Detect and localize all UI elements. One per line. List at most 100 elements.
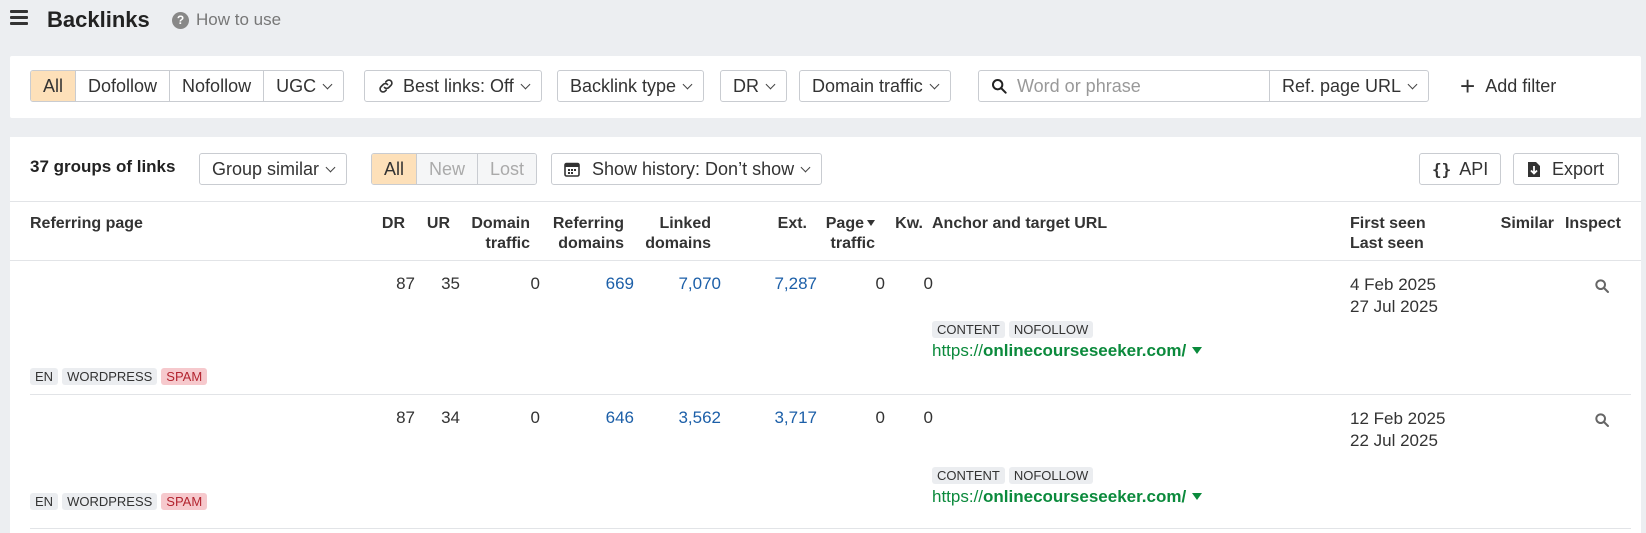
chevron-down-icon <box>682 79 693 89</box>
link-type-all[interactable]: All <box>31 71 77 101</box>
url-domain: onlinecourseseeker.com/ <box>983 341 1187 360</box>
link-type-nofollow[interactable]: Nofollow <box>170 71 265 101</box>
col-anchor[interactable]: Anchor and target URL <box>932 214 1107 234</box>
col-linked-domains-line2: domains <box>645 235 711 252</box>
first-seen-date: 12 Feb 2025 <box>1350 409 1446 428</box>
filter-bar: All Dofollow Nofollow UGC Best links: Of… <box>10 56 1641 118</box>
how-to-use-link[interactable]: ? How to use <box>172 10 281 30</box>
cell-referring-domains[interactable]: 646 <box>606 408 634 428</box>
cell-linked-domains[interactable]: 3,562 <box>678 408 721 428</box>
braces-icon: {} <box>1432 159 1452 179</box>
col-seen[interactable]: First seen Last seen <box>1350 214 1426 254</box>
chevron-down-icon <box>322 79 333 89</box>
tag-language: EN <box>30 368 59 385</box>
cell-linked-domains[interactable]: 7,070 <box>678 274 721 294</box>
export-button[interactable]: Export <box>1513 153 1620 185</box>
col-referring-domains-line1: Referring <box>552 215 624 232</box>
cell-referring-domains[interactable]: 669 <box>606 274 634 294</box>
menu-icon[interactable] <box>10 10 28 26</box>
group-similar-label: Group similar <box>212 158 320 179</box>
chevron-down-icon <box>800 162 811 172</box>
col-domain-traffic[interactable]: Domain traffic <box>471 214 530 254</box>
tag-spam: SPAM <box>161 368 208 385</box>
last-seen-date: 27 Jul 2025 <box>1350 297 1438 316</box>
col-kw[interactable]: Kw. <box>895 214 923 234</box>
how-to-use-label: How to use <box>196 10 282 29</box>
cell-kw: 0 <box>923 274 933 293</box>
domain-traffic-button[interactable]: Domain traffic <box>799 70 951 102</box>
groups-count: 37 groups of links <box>30 157 176 176</box>
status-tab-all[interactable]: All <box>372 154 418 184</box>
cell-page-traffic: 0 <box>875 274 885 293</box>
cell-ext[interactable]: 7,287 <box>774 274 817 294</box>
caret-down-icon[interactable] <box>1192 493 1203 500</box>
col-referring-domains[interactable]: Referring domains <box>553 214 624 254</box>
cell-ur: 34 <box>441 408 460 427</box>
link-icon <box>379 79 393 93</box>
tag-nofollow: NOFOLLOW <box>1008 321 1094 338</box>
ref-page-url-label: Ref. page URL <box>1282 75 1402 96</box>
cell-dr: 87 <box>396 408 415 427</box>
col-last-seen: Last seen <box>1350 235 1424 252</box>
help-icon: ? <box>172 11 189 29</box>
ref-page-url-button[interactable]: Ref. page URL <box>1269 70 1430 102</box>
backlink-type-button[interactable]: Backlink type <box>557 70 705 102</box>
export-label: Export <box>1552 158 1605 179</box>
group-similar-button[interactable]: Group similar <box>199 153 348 185</box>
inspect-search-icon[interactable] <box>1594 278 1610 294</box>
search-box <box>978 70 1280 102</box>
sort-desc-icon <box>867 220 875 226</box>
col-linked-domains[interactable]: Linked domains <box>645 214 711 254</box>
tag-platform: WORDPRESS <box>62 493 158 510</box>
cell-ext[interactable]: 3,717 <box>774 408 817 428</box>
tag-spam: SPAM <box>161 493 208 510</box>
status-tab-lost[interactable]: Lost <box>478 154 537 184</box>
link-type-filter: All Dofollow Nofollow UGC <box>30 70 345 102</box>
col-page-traffic-line2: traffic <box>830 235 875 252</box>
cell-domain-traffic: 0 <box>530 274 540 293</box>
target-url-link[interactable]: https://onlinecourseseeker.com/ <box>932 341 1203 361</box>
dr-filter-button[interactable]: DR <box>720 70 787 102</box>
tag-nofollow: NOFOLLOW <box>1008 467 1094 484</box>
show-history-button[interactable]: Show history: Don’t show <box>551 153 823 185</box>
link-type-ugc[interactable]: UGC <box>264 71 343 101</box>
caret-down-icon[interactable] <box>1192 347 1203 354</box>
tag-language: EN <box>30 493 59 510</box>
api-label: API <box>1459 158 1489 179</box>
show-history-label: Show history: Don’t show <box>592 158 795 179</box>
col-domain-traffic-line2: traffic <box>485 235 530 252</box>
col-inspect: Inspect <box>1564 215 1621 232</box>
col-ext[interactable]: Ext. <box>778 214 807 234</box>
col-dr[interactable]: DR <box>382 214 405 234</box>
chevron-down-icon <box>520 79 531 89</box>
search-input[interactable] <box>1017 75 1257 97</box>
chevron-down-icon <box>765 79 776 89</box>
target-url-link[interactable]: https://onlinecourseseeker.com/ <box>932 487 1203 507</box>
col-referring-page[interactable]: Referring page <box>30 214 143 234</box>
link-type-dofollow[interactable]: Dofollow <box>76 71 171 101</box>
url-domain: onlinecourseseeker.com/ <box>983 487 1187 506</box>
dr-filter-label: DR <box>733 75 759 96</box>
results-panel: 37 groups of links Group similar All New… <box>10 137 1641 533</box>
first-seen-date: 4 Feb 2025 <box>1350 275 1437 294</box>
inspect-search-icon[interactable] <box>1594 412 1610 428</box>
col-page-traffic-label: Page <box>825 215 864 232</box>
col-ur[interactable]: UR <box>427 214 450 234</box>
add-filter-button[interactable]: + Add filter <box>1460 70 1556 102</box>
anchor-tags: CONTENT NOFOLLOW <box>932 319 1097 339</box>
best-links-label: Best links: Off <box>403 75 514 96</box>
api-button[interactable]: {} API <box>1419 153 1502 185</box>
calendar-icon <box>564 162 580 177</box>
col-similar[interactable]: Similar <box>1501 214 1554 234</box>
cell-seen: 12 Feb 2025 22 Jul 2025 <box>1350 408 1445 452</box>
page-tags: EN WORDPRESS SPAM <box>30 491 211 511</box>
cell-ur: 35 <box>441 274 460 293</box>
col-page-traffic[interactable]: Page traffic <box>826 214 875 254</box>
status-tab-new[interactable]: New <box>417 154 479 184</box>
top-bar: Backlinks ? How to use <box>0 0 1646 42</box>
best-links-button[interactable]: Best links: Off <box>364 70 542 102</box>
domain-traffic-label: Domain traffic <box>812 75 923 96</box>
chevron-down-icon <box>325 162 336 172</box>
table-row: 87 34 0 646 3,562 3,717 0 0 12 Feb 2025 2… <box>30 395 1631 529</box>
search-icon <box>992 79 1007 94</box>
